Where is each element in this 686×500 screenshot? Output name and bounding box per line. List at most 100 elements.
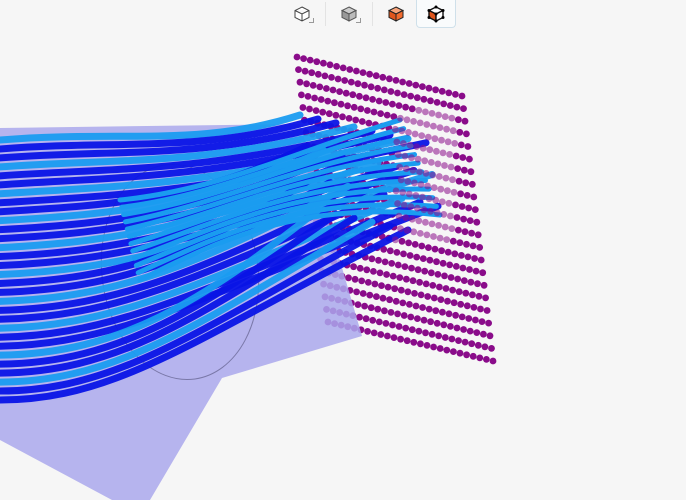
orange-edges-view-button[interactable]: [416, 0, 456, 28]
seed-dot: [425, 244, 432, 252]
seed-dot: [433, 147, 440, 155]
seed-dot: [479, 269, 487, 277]
seed-dot: [364, 107, 371, 114]
seed-dot: [400, 201, 408, 209]
seed-dot: [456, 128, 464, 136]
seed-dot: [469, 291, 476, 299]
seed-dot: [421, 157, 429, 165]
seed-dot: [392, 77, 400, 84]
seed-dot: [394, 200, 401, 207]
seed-dot: [350, 263, 357, 271]
seed-dot: [406, 301, 413, 308]
seed-dot: [381, 307, 388, 315]
seed-dot: [416, 278, 423, 286]
seed-dot: [466, 327, 474, 335]
toolbar-divider: [325, 2, 326, 26]
seed-dot: [441, 162, 448, 169]
seed-dot: [463, 240, 470, 248]
seed-dot: [440, 100, 448, 108]
seed-dot: [445, 199, 453, 207]
seed-dot: [427, 159, 435, 166]
seed-dot: [359, 69, 367, 76]
seed-dot: [438, 87, 446, 95]
seed-dot: [420, 95, 428, 103]
seed-dot: [408, 154, 415, 162]
seed-dot: [407, 203, 415, 211]
seed-dot: [402, 324, 410, 332]
seed-dot: [389, 272, 397, 280]
cube-orange-edges-icon: [427, 5, 445, 22]
seed-dot: [339, 113, 346, 121]
seed-dot: [414, 204, 421, 212]
seed-dot: [362, 94, 370, 102]
seed-dot: [469, 352, 477, 360]
3d-viewport[interactable]: [0, 0, 686, 500]
seed-dot: [406, 141, 414, 149]
seed-dot: [439, 149, 447, 157]
seed-dot: [451, 140, 459, 147]
seed-dot: [427, 269, 435, 277]
seed-dot: [413, 143, 420, 151]
seed-dot: [470, 304, 478, 311]
seed-dot: [441, 334, 449, 341]
seed-dot: [394, 151, 402, 159]
seed-dot: [381, 258, 389, 266]
seed-dot: [353, 288, 360, 296]
seed-dot: [352, 116, 360, 124]
seed-dot: [426, 146, 434, 154]
seed-dot: [457, 141, 465, 149]
seed-dot: [367, 83, 375, 91]
menu-corner-icon: [309, 18, 314, 23]
seed-dot: [345, 274, 352, 282]
seed-dot: [447, 163, 455, 171]
seed-dot: [405, 239, 412, 247]
seed-dot: [362, 315, 370, 323]
seed-dot: [460, 277, 468, 284]
seed-dot: [366, 70, 373, 78]
seed-dot: [394, 261, 402, 269]
seed-dot: [356, 92, 363, 100]
seed-dot: [397, 286, 405, 294]
seed-dot: [409, 277, 417, 285]
seed-dot: [351, 275, 359, 283]
seed-dot: [426, 256, 434, 264]
seed-dot: [432, 86, 439, 94]
seed-dot: [417, 340, 424, 348]
solid-orange-view-button[interactable]: [376, 0, 416, 28]
seed-dot: [462, 179, 470, 187]
seed-dot: [468, 229, 475, 237]
seed-dot: [446, 151, 453, 158]
seed-dot: [466, 266, 473, 273]
seed-dot: [364, 279, 372, 286]
seed-dot: [452, 201, 459, 209]
seed-dot: [455, 177, 463, 185]
seed-dot: [441, 113, 449, 120]
seed-dot: [391, 285, 399, 293]
seed-dot: [361, 81, 368, 89]
seed-dot: [386, 296, 393, 304]
seed-dot: [412, 81, 420, 89]
seed-dot: [386, 247, 394, 255]
seed-dot: [434, 271, 442, 278]
seed-dot: [430, 233, 437, 240]
seed-dot: [474, 231, 482, 239]
seed-dot: [474, 341, 482, 349]
seed-dot: [401, 263, 409, 270]
seed-dot: [395, 323, 403, 330]
seed-dot: [483, 307, 491, 314]
shaded-view-button[interactable]: [329, 0, 369, 28]
seed-dot: [308, 69, 316, 77]
seed-dot: [405, 190, 413, 198]
seed-dot: [392, 187, 400, 195]
seed-dot: [453, 324, 461, 332]
seed-dot: [418, 132, 426, 140]
seed-dot: [439, 259, 447, 267]
seed-dot: [317, 96, 325, 103]
seed-dot: [313, 58, 321, 66]
seed-dot: [301, 67, 309, 75]
seed-dot: [411, 179, 418, 187]
seed-dot: [465, 315, 473, 322]
wireframe-view-button[interactable]: [282, 0, 322, 28]
seed-dot: [392, 297, 400, 305]
seed-dot: [463, 130, 470, 138]
